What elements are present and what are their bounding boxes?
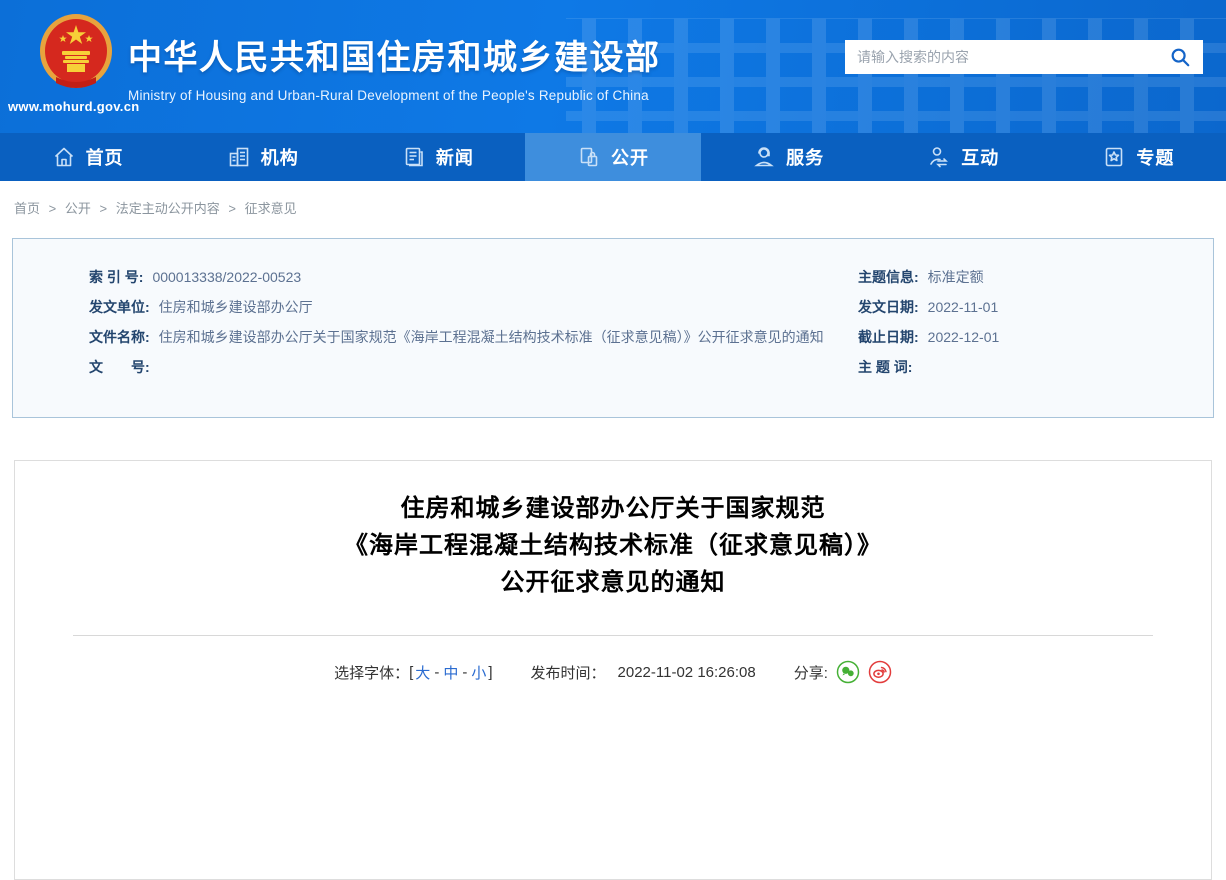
publish-time-label: 发布时间： bbox=[530, 664, 606, 682]
site-subtitle: Ministry of Housing and Urban-Rural Deve… bbox=[128, 88, 649, 103]
breadcrumb-statutory-content[interactable]: 法定主动公开内容 bbox=[116, 201, 220, 216]
article-title-line3: 公开征求意见的通知 bbox=[500, 569, 726, 596]
topic-icon bbox=[1106, 147, 1123, 167]
metadata-row-index-number: 索 引 号: 000013338/2022-00523 bbox=[89, 262, 858, 292]
metadata-label: 发文日期: bbox=[858, 299, 919, 315]
font-size-medium-link[interactable]: 中 bbox=[443, 662, 458, 683]
nav-item-interaction[interactable]: 互动 bbox=[876, 133, 1051, 181]
publish-time-value: 2022-11-02 16:26:08 bbox=[617, 663, 756, 681]
metadata-value: 000013338/2022-00523 bbox=[152, 269, 302, 285]
metadata-row-issue-date: 发文日期: 2022-11-01 bbox=[858, 292, 1213, 322]
nav-item-news[interactable]: 新闻 bbox=[350, 133, 525, 181]
metadata-label: 截止日期: bbox=[858, 329, 919, 345]
wechat-share-icon[interactable] bbox=[836, 660, 860, 684]
news-icon bbox=[405, 147, 423, 167]
font-size-selector: 选择字体： [ 大 - 中 - 小 ] bbox=[334, 662, 492, 683]
metadata-label: 文 号: bbox=[89, 359, 150, 375]
metadata-row-keywords: 主 题 词: bbox=[858, 352, 1213, 382]
breadcrumb-separator: > bbox=[99, 201, 108, 216]
breadcrumb-separator: > bbox=[228, 201, 236, 216]
font-selector-bracket: ] bbox=[488, 663, 493, 681]
nav-label: 专题 bbox=[1136, 148, 1175, 168]
site-title: 中华人民共和国住房和城乡建设部 bbox=[128, 39, 661, 77]
metadata-row-document-number: 文 号: bbox=[89, 352, 858, 382]
article-title-line1: 住房和城乡建设部办公厅关于国家规范 bbox=[400, 495, 826, 522]
publish-time-group: 发布时间： 2022-11-02 16:26:08 bbox=[531, 662, 756, 683]
metadata-label: 文件名称: bbox=[89, 329, 150, 345]
organization-icon bbox=[229, 147, 249, 167]
search-input[interactable] bbox=[857, 49, 1169, 65]
disclosure-icon bbox=[580, 147, 598, 167]
nav-item-service[interactable]: 服务 bbox=[701, 133, 876, 181]
metadata-row-deadline-date: 截止日期: 2022-12-01 bbox=[858, 322, 1213, 352]
breadcrumb-disclosure[interactable]: 公开 bbox=[65, 201, 91, 216]
metadata-value: 2022-12-01 bbox=[927, 329, 1000, 345]
national-emblem-logo bbox=[40, 14, 112, 88]
interaction-icon bbox=[930, 147, 949, 168]
site-header: www.mohurd.gov.cn 中华人民共和国住房和城乡建设部 Minist… bbox=[0, 0, 1226, 133]
article-panel: 住房和城乡建设部办公厅关于国家规范 《海岸工程混凝土结构技术标准（征求意见稿）》… bbox=[14, 460, 1212, 880]
metadata-label: 主 题 词: bbox=[858, 359, 913, 375]
home-icon bbox=[54, 147, 73, 167]
nav-label: 机构 bbox=[260, 148, 299, 168]
breadcrumb: 首页 > 公开 > 法定主动公开内容 > 征求意见 bbox=[0, 181, 1226, 216]
article-title-line2: 《海岸工程混凝土结构技术标准（征求意见稿）》 bbox=[344, 532, 882, 559]
metadata-value: 住房和城乡建设部办公厅关于国家规范《海岸工程混凝土结构技术标准（征求意见稿）》公… bbox=[158, 329, 824, 345]
metadata-label: 主题信息: bbox=[858, 269, 919, 285]
article-title: 住房和城乡建设部办公厅关于国家规范 《海岸工程混凝土结构技术标准（征求意见稿）》… bbox=[15, 490, 1211, 601]
font-selector-bracket: [ bbox=[409, 663, 414, 681]
font-selector-label: 选择字体： bbox=[334, 664, 410, 682]
metadata-row-document-name: 文件名称: 住房和城乡建设部办公厅关于国家规范《海岸工程混凝土结构技术标准（征求意… bbox=[89, 322, 858, 352]
nav-label: 新闻 bbox=[435, 148, 474, 168]
metadata-left-column: 索 引 号: 000013338/2022-00523 发文单位: 住房和城乡建设部… bbox=[13, 262, 858, 417]
metadata-value: 标准定额 bbox=[927, 269, 984, 285]
metadata-value: 住房和城乡建设部办公厅 bbox=[158, 299, 313, 315]
metadata-label: 索 引 号: bbox=[89, 269, 144, 285]
nav-label: 公开 bbox=[610, 148, 649, 168]
metadata-right-column: 主题信息: 标准定额 发文日期: 2022-11-01 截止日期: 2022-12-0… bbox=[858, 262, 1213, 417]
search-icon[interactable] bbox=[1169, 46, 1191, 68]
nav-item-disclosure[interactable]: 公开 bbox=[525, 133, 701, 181]
document-metadata-panel: 索 引 号: 000013338/2022-00523 发文单位: 住房和城乡建设部… bbox=[12, 238, 1214, 418]
breadcrumb-current-page: 征求意见 bbox=[244, 201, 297, 216]
metadata-row-issuing-unit: 发文单位: 住房和城乡建设部办公厅 bbox=[89, 292, 858, 322]
weibo-share-icon[interactable] bbox=[868, 660, 892, 684]
nav-label: 首页 bbox=[85, 148, 124, 168]
breadcrumb-separator: > bbox=[48, 201, 57, 216]
font-size-small-link[interactable]: 小 bbox=[471, 662, 486, 683]
main-nav: 首页 机构 新闻 公开 服务 互动 专题 bbox=[0, 133, 1226, 181]
font-selector-dash: - bbox=[462, 663, 468, 681]
metadata-row-topic-info: 主题信息: 标准定额 bbox=[858, 262, 1213, 292]
search-bar bbox=[845, 40, 1203, 74]
site-url: www.mohurd.gov.cn bbox=[8, 99, 140, 114]
metadata-value: 2022-11-01 bbox=[927, 299, 999, 315]
share-group: 分享: bbox=[794, 660, 892, 684]
share-label: 分享: bbox=[793, 664, 828, 682]
metadata-label: 发文单位: bbox=[89, 299, 150, 315]
nav-item-organization[interactable]: 机构 bbox=[175, 133, 350, 181]
font-size-large-link[interactable]: 大 bbox=[415, 662, 430, 683]
breadcrumb-home[interactable]: 首页 bbox=[14, 201, 40, 216]
nav-item-home[interactable]: 首页 bbox=[0, 133, 175, 181]
nav-label: 互动 bbox=[961, 148, 1000, 168]
font-selector-dash: - bbox=[434, 663, 440, 681]
title-divider bbox=[73, 635, 1153, 636]
nav-label: 服务 bbox=[786, 148, 825, 168]
article-meta-row: 选择字体： [ 大 - 中 - 小 ] 发布时间： 2022-11-02 16:… bbox=[15, 660, 1211, 684]
nav-item-topic[interactable]: 专题 bbox=[1051, 133, 1226, 181]
header-building-image bbox=[566, 18, 1226, 133]
service-icon bbox=[754, 147, 774, 167]
